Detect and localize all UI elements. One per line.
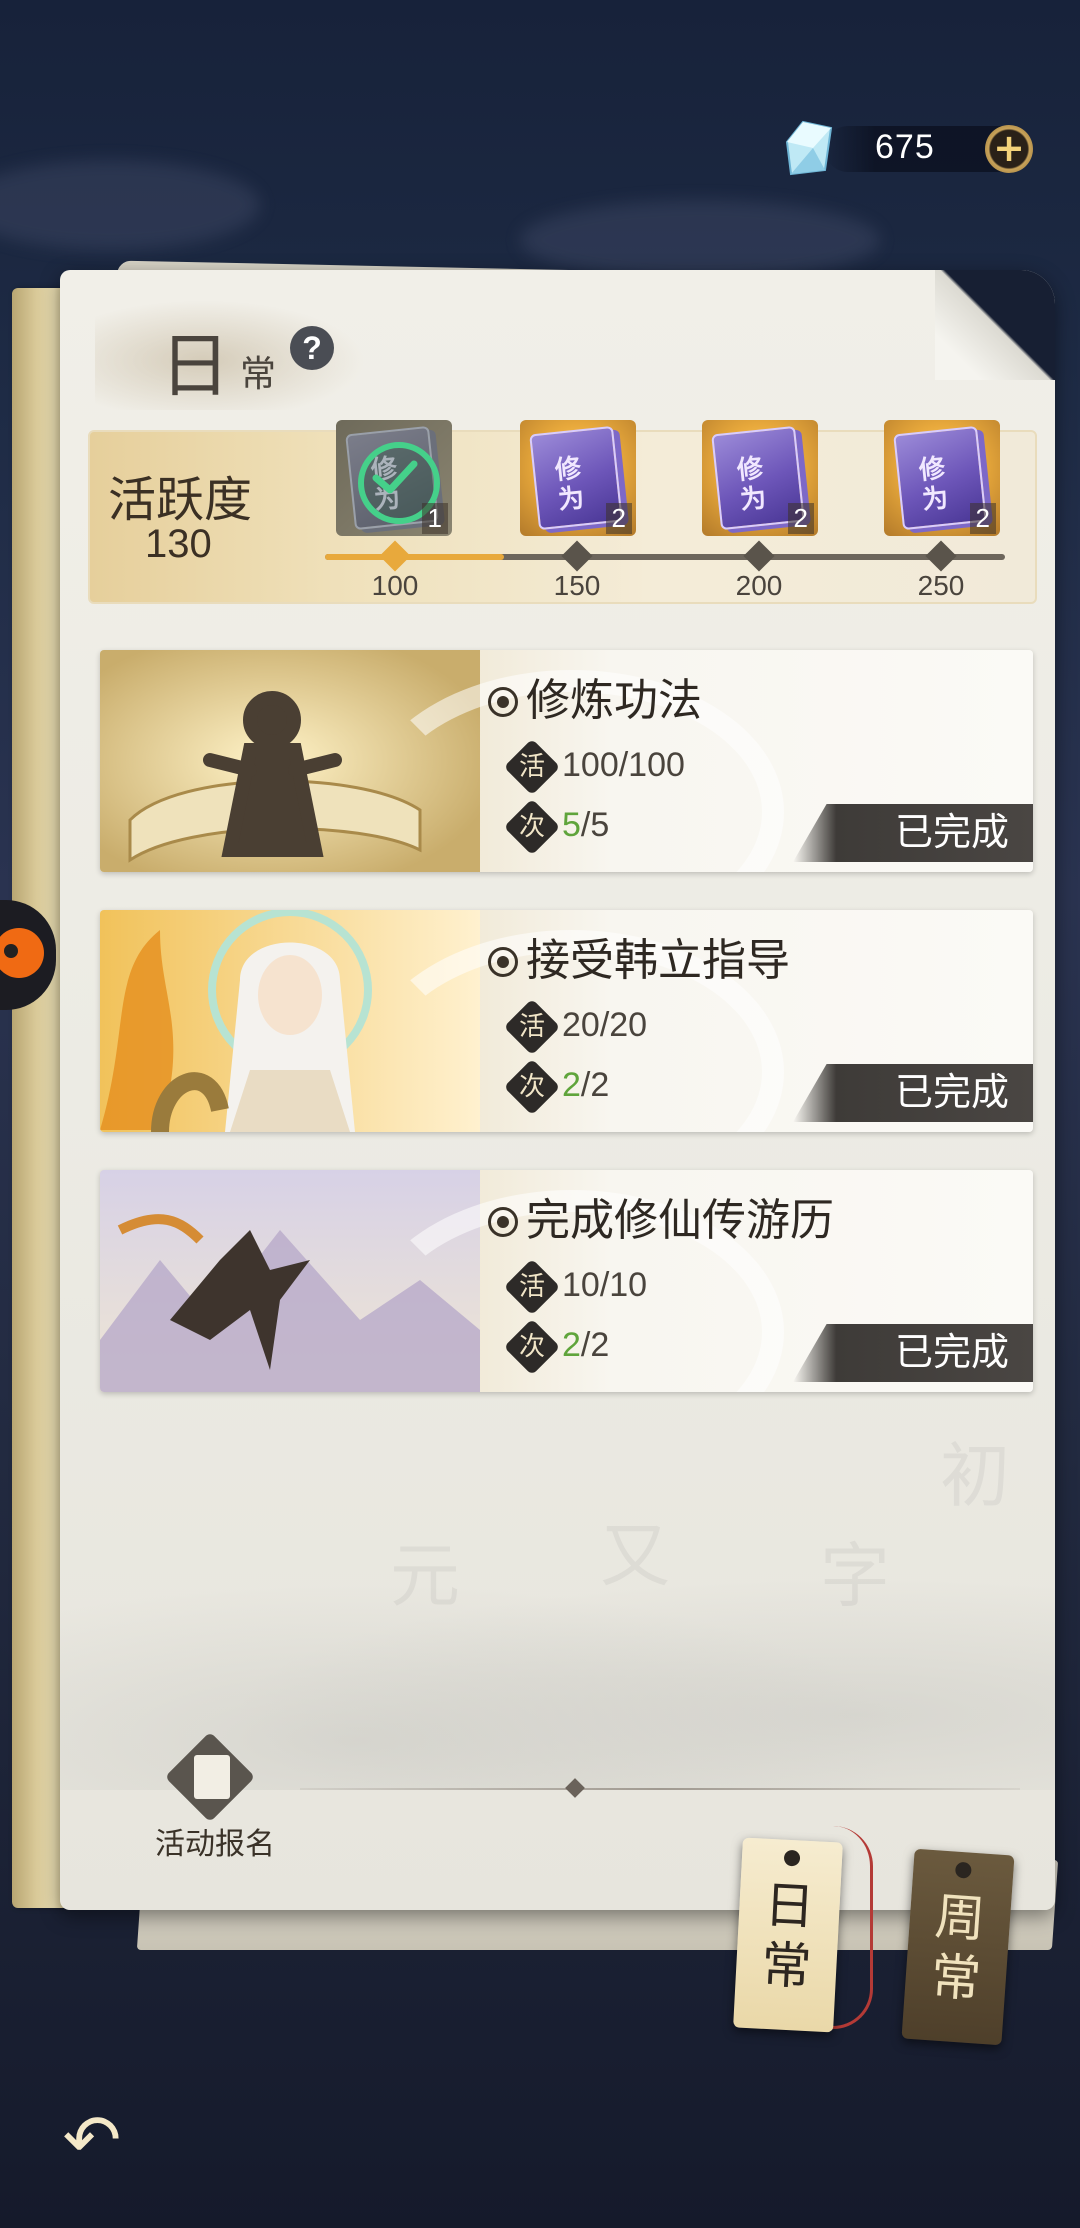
activity-icon: 活 <box>503 1258 561 1316</box>
tag-hole <box>954 1861 972 1879</box>
task-times-done: 2 <box>562 1326 581 1364</box>
times-icon-char: 次 <box>518 812 546 842</box>
watermark: 又 <box>600 1519 670 1596</box>
signup-label: 活动报名 <box>155 1828 275 1861</box>
reward-count: 2 <box>605 503 632 534</box>
activity-progress-fill <box>325 554 505 560</box>
task-card[interactable]: 接受韩立指导活 20/20 次 2/2 已完成 <box>100 910 1033 1132</box>
page-title-main: 日 <box>160 329 230 406</box>
task-activity-row: 活 100/100 <box>503 738 685 796</box>
completed-button[interactable]: 已完成 <box>793 1324 1033 1382</box>
times-icon: 次 <box>503 798 561 856</box>
activity-value: 130 <box>145 522 212 566</box>
task-card[interactable]: 修炼功法活 100/100 次 5/5 已完成 <box>100 650 1033 872</box>
bullet-icon <box>488 1207 518 1237</box>
milestone-reward-1[interactable]: 修为 1 <box>336 420 452 536</box>
task-title: 修炼功法 <box>488 664 702 728</box>
page-title-sub: 常 <box>240 354 277 394</box>
activity-label: 活跃度 <box>108 474 253 527</box>
task-name: 完成修仙传游历 <box>526 1196 834 1245</box>
document-icon <box>194 1755 230 1799</box>
tab-daily-char-2: 常 <box>759 1936 813 1996</box>
times-icon-char: 次 <box>518 1072 546 1102</box>
milestone-reward-3[interactable]: 修为 2 <box>702 420 818 536</box>
reward-count: 2 <box>969 503 996 534</box>
bg-cloud <box>0 160 260 250</box>
currency-display: 675 + <box>785 120 1035 176</box>
book-text: 修为 <box>553 453 586 515</box>
activity-icon: 活 <box>503 738 561 796</box>
tab-weekly[interactable]: 周 常 <box>901 1848 1015 2046</box>
reward-count: 1 <box>421 503 448 534</box>
task-times-done: 5 <box>562 806 581 844</box>
milestone-threshold: 250 <box>917 570 965 601</box>
task-activity-progress: 20/20 <box>562 1006 648 1044</box>
watermark: 字 <box>820 1539 890 1616</box>
currency-amount: 675 <box>875 128 935 166</box>
bg-cloud <box>520 200 880 280</box>
task-title: 接受韩立指导 <box>488 924 790 988</box>
page-fold-corner <box>935 270 1055 380</box>
tab-weekly-char-1: 周 <box>933 1888 987 1948</box>
bullet-icon <box>488 947 518 977</box>
completed-button[interactable]: 已完成 <box>793 1064 1033 1122</box>
times-icon-char: 次 <box>518 1332 546 1362</box>
activity-icon-char: 活 <box>518 1012 546 1042</box>
watermark: 初 <box>940 1439 1010 1516</box>
task-times-row: 次 5/5 <box>503 798 610 856</box>
milestone-reward-4[interactable]: 修为 2 <box>884 420 1000 536</box>
milestone-threshold: 200 <box>735 570 783 601</box>
tab-daily[interactable]: 日 常 <box>733 1837 843 2033</box>
task-activity-row: 活 10/10 <box>503 1258 648 1316</box>
task-card[interactable]: 完成修仙传游历活 10/10 次 2/2 已完成 <box>100 1170 1033 1392</box>
task-times-row: 次 2/2 <box>503 1058 610 1116</box>
completed-button[interactable]: 已完成 <box>793 804 1033 862</box>
watermark: 元 <box>390 1539 460 1616</box>
task-name: 修炼功法 <box>526 676 702 725</box>
task-activity-row: 活 20/20 <box>503 998 648 1056</box>
back-button[interactable]: ↶ <box>52 2100 132 2180</box>
milestone-reward-2[interactable]: 修为 2 <box>520 420 636 536</box>
times-icon: 次 <box>503 1318 561 1376</box>
task-times-total: /2 <box>580 1326 610 1364</box>
task-times-done: 2 <box>562 1066 581 1104</box>
milestone-threshold: 100 <box>371 570 419 601</box>
reward-count: 2 <box>787 503 814 534</box>
task-times-row: 次 2/2 <box>503 1318 610 1376</box>
bottom-divider <box>300 1788 1020 1790</box>
task-activity-progress: 10/10 <box>562 1266 648 1304</box>
tab-daily-char-1: 日 <box>763 1876 816 1936</box>
add-currency-button[interactable]: + <box>985 125 1033 173</box>
activity-icon-char: 活 <box>518 752 546 782</box>
book-text: 修为 <box>735 453 768 515</box>
book-text: 修为 <box>917 453 950 515</box>
tag-hole <box>783 1849 801 1867</box>
milestone-threshold: 150 <box>553 570 601 601</box>
times-icon: 次 <box>503 1058 561 1116</box>
task-title: 完成修仙传游历 <box>488 1184 834 1248</box>
task-activity-progress: 100/100 <box>562 746 685 784</box>
task-times-total: /2 <box>580 1066 610 1104</box>
task-name: 接受韩立指导 <box>526 936 790 985</box>
activity-icon: 活 <box>503 998 561 1056</box>
spirit-stone-icon <box>785 120 833 176</box>
bullet-icon <box>488 687 518 717</box>
activity-icon-char: 活 <box>518 1272 546 1302</box>
task-times-total: /5 <box>580 806 610 844</box>
pet-eye <box>4 944 18 958</box>
tab-weekly-char-2: 常 <box>928 1948 983 2008</box>
help-button[interactable]: ? <box>290 326 334 370</box>
